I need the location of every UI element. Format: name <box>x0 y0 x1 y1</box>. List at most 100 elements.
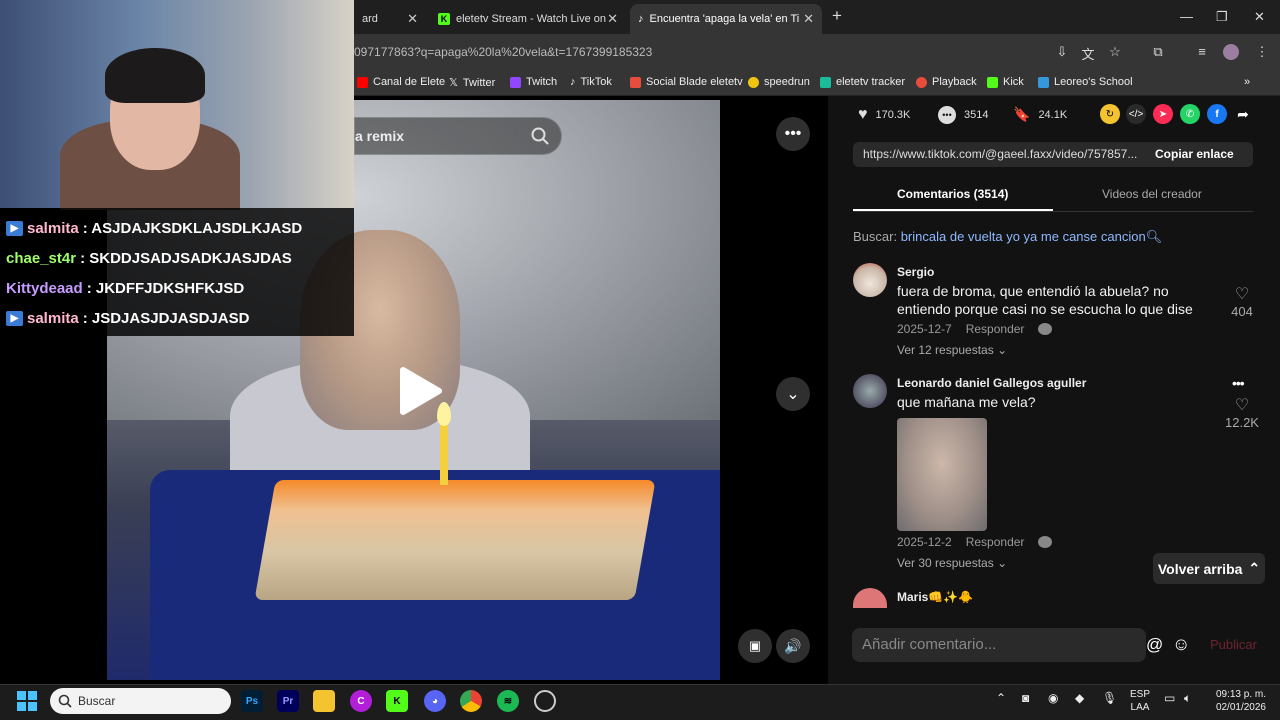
photoshop-icon[interactable]: Ps <box>241 690 263 712</box>
avatar[interactable] <box>853 374 887 408</box>
show-hidden-icons[interactable]: ⌃ <box>996 692 1006 705</box>
bookmark-item[interactable]: Playback <box>916 76 977 88</box>
kick-app-icon[interactable]: K <box>386 690 408 712</box>
tiktok-search-box[interactable]: a remix <box>354 117 562 155</box>
security-tray-icon[interactable]: ◆ <box>1075 692 1084 705</box>
search-suggestion[interactable]: brincala de vuelta yo ya me canse cancio… <box>901 229 1146 244</box>
send-icon[interactable]: ➤ <box>1153 104 1173 124</box>
close-tab-icon[interactable]: ✕ <box>803 11 814 27</box>
chevron-down-icon[interactable]: ⌄ <box>776 377 810 411</box>
play-icon[interactable] <box>395 366 445 416</box>
publish-button[interactable]: Publicar <box>1210 637 1257 652</box>
back-to-top-button[interactable]: Volver arriba ⌃ <box>1153 553 1265 584</box>
steam-tray-icon[interactable]: ◉ <box>1048 692 1058 705</box>
volume-tray-icon[interactable]: 🔈︎ <box>1184 692 1191 705</box>
reply-button[interactable]: Responder <box>966 322 1025 336</box>
extensions-icon[interactable]: ⧉ <box>1150 44 1166 60</box>
comment-date: 2025-12-2 <box>897 535 952 549</box>
bookmark-item[interactable]: Canal de Elete <box>357 76 445 88</box>
close-window-button[interactable]: ✕ <box>1254 9 1265 25</box>
reply-button[interactable]: Responder <box>966 535 1025 549</box>
clock[interactable]: 09:13 p. m. 02/01/2026 <box>1206 688 1266 714</box>
bookmark-item[interactable]: Social Blade eletetv <box>630 76 743 88</box>
language-indicator[interactable]: ESP LAA <box>1130 688 1150 714</box>
embed-icon[interactable]: </> <box>1126 104 1146 124</box>
close-tab-icon[interactable]: ✕ <box>607 11 618 27</box>
network-icon[interactable]: ▭ <box>1164 692 1175 705</box>
chevron-down-icon: ⌄ <box>997 556 1008 570</box>
likes-stat[interactable]: ♥ 170.3K <box>858 106 910 124</box>
menu-icon[interactable]: ⋮ <box>1254 44 1270 60</box>
comment-like[interactable]: ♡ 12.2K <box>1222 395 1262 430</box>
bookmark-item[interactable]: eletetv tracker <box>820 76 905 88</box>
maximize-button[interactable]: ❐ <box>1216 9 1228 25</box>
emoji-icon[interactable]: ☺ <box>1172 634 1190 655</box>
more-bookmarks-icon[interactable]: » <box>1244 76 1250 88</box>
file-explorer-icon[interactable] <box>313 690 335 712</box>
app-c-icon[interactable]: C <box>350 690 372 712</box>
bookmark-item[interactable]: Kick <box>987 76 1024 88</box>
tab-kick-stream[interactable]: K eletetv Stream - Watch Live on ✕ <box>430 4 626 34</box>
discord-icon[interactable]: ◕ <box>424 690 446 712</box>
tab-dashboard[interactable]: ard ✕ <box>354 4 426 34</box>
bookmark-item[interactable]: Twitch <box>510 76 557 88</box>
comment-author[interactable]: Sergio <box>897 265 934 279</box>
repost-icon[interactable]: ↻ <box>1100 104 1120 124</box>
close-tab-icon[interactable]: ✕ <box>407 11 418 27</box>
obs-icon[interactable] <box>534 690 556 712</box>
windows-start-icon[interactable] <box>17 691 37 711</box>
streamer-hair <box>105 48 205 103</box>
tab-tiktok[interactable]: ♪ Encuentra 'apaga la vela' en Tik ✕ <box>630 4 822 34</box>
bookmark-item[interactable]: speedrun <box>748 76 810 88</box>
whatsapp-icon[interactable]: ✆ <box>1180 104 1200 124</box>
chrome-icon[interactable] <box>460 690 482 712</box>
comment-author[interactable]: Leonardo daniel Gallegos aguller <box>897 376 1086 390</box>
bookmark-label: Canal de Elete <box>373 76 446 88</box>
mention-icon[interactable]: @ <box>1146 635 1163 655</box>
premiere-icon[interactable]: Pr <box>277 690 299 712</box>
taskbar-search-placeholder: Buscar <box>78 694 116 708</box>
profile-avatar[interactable] <box>1223 44 1239 60</box>
view-replies-button[interactable]: Ver 12 respuestas ⌄ <box>897 343 1007 357</box>
search-icon[interactable] <box>531 127 549 145</box>
facebook-icon[interactable]: f <box>1207 104 1227 124</box>
comment-image[interactable] <box>897 418 987 531</box>
bookmark-label: Twitter <box>462 76 496 89</box>
taskbar-search[interactable]: Buscar <box>50 688 231 714</box>
spotify-icon[interactable]: ≋ <box>497 690 519 712</box>
chat-text: : SKDDJSADJSADKJASJDAS <box>80 250 292 267</box>
search-input[interactable]: a remix <box>355 128 404 144</box>
comments-stat[interactable]: ••• 3514 <box>938 106 988 124</box>
new-tab-button[interactable]: + <box>832 6 842 26</box>
share-icon[interactable]: ➦ <box>1233 104 1253 124</box>
discord-tray-icon[interactable]: ◙ <box>1022 692 1029 705</box>
creator-like-icon <box>1038 323 1053 335</box>
comment-like[interactable]: ♡ 404 <box>1222 284 1262 319</box>
comment-author[interactable]: Maris👊✨🐥 <box>897 590 973 604</box>
minimize-button[interactable]: — <box>1180 9 1193 24</box>
translate-icon[interactable]: 文 <box>1080 44 1096 62</box>
bookmark-item[interactable]: ♪ TikTok <box>570 76 612 88</box>
bookmark-item[interactable]: Leoreo's School <box>1038 76 1133 88</box>
chat-user: salmita <box>27 220 79 237</box>
volume-icon[interactable]: 🔊 <box>776 629 810 663</box>
microphone-icon[interactable]: 🎙︎ <box>1102 692 1117 705</box>
bookmark-star-icon[interactable]: ☆ <box>1107 44 1123 60</box>
related-search[interactable]: Buscar: brincala de vuelta yo ya me cans… <box>853 229 1162 245</box>
floating-player-icon[interactable]: ▣ <box>738 629 772 663</box>
comment-input[interactable]: Añadir comentario... <box>862 636 996 653</box>
media-icon[interactable]: ≡ <box>1194 44 1210 60</box>
x-icon: 𝕏 <box>449 77 458 89</box>
clock-time: 09:13 p. m. <box>1215 689 1266 700</box>
install-app-icon[interactable]: ⇩ <box>1054 44 1070 60</box>
bookmark-item[interactable]: 𝕏 Twitter <box>449 76 496 90</box>
more-options-icon[interactable]: ••• <box>776 117 810 151</box>
copy-link-button[interactable]: Copiar enlace <box>1155 147 1234 161</box>
saves-stat[interactable]: 🔖 24.1K <box>1013 106 1067 123</box>
tab-comments[interactable]: Comentarios (3514) <box>897 187 1008 201</box>
avatar[interactable] <box>853 263 887 297</box>
view-replies-button[interactable]: Ver 30 respuestas ⌄ <box>897 556 1007 570</box>
tab-creator-videos[interactable]: Videos del creador <box>1102 187 1202 201</box>
url-input[interactable]: 097177863?q=apaga%20la%20vela&t=17673991… <box>354 45 652 59</box>
more-options-icon[interactable]: ••• <box>1232 375 1245 391</box>
